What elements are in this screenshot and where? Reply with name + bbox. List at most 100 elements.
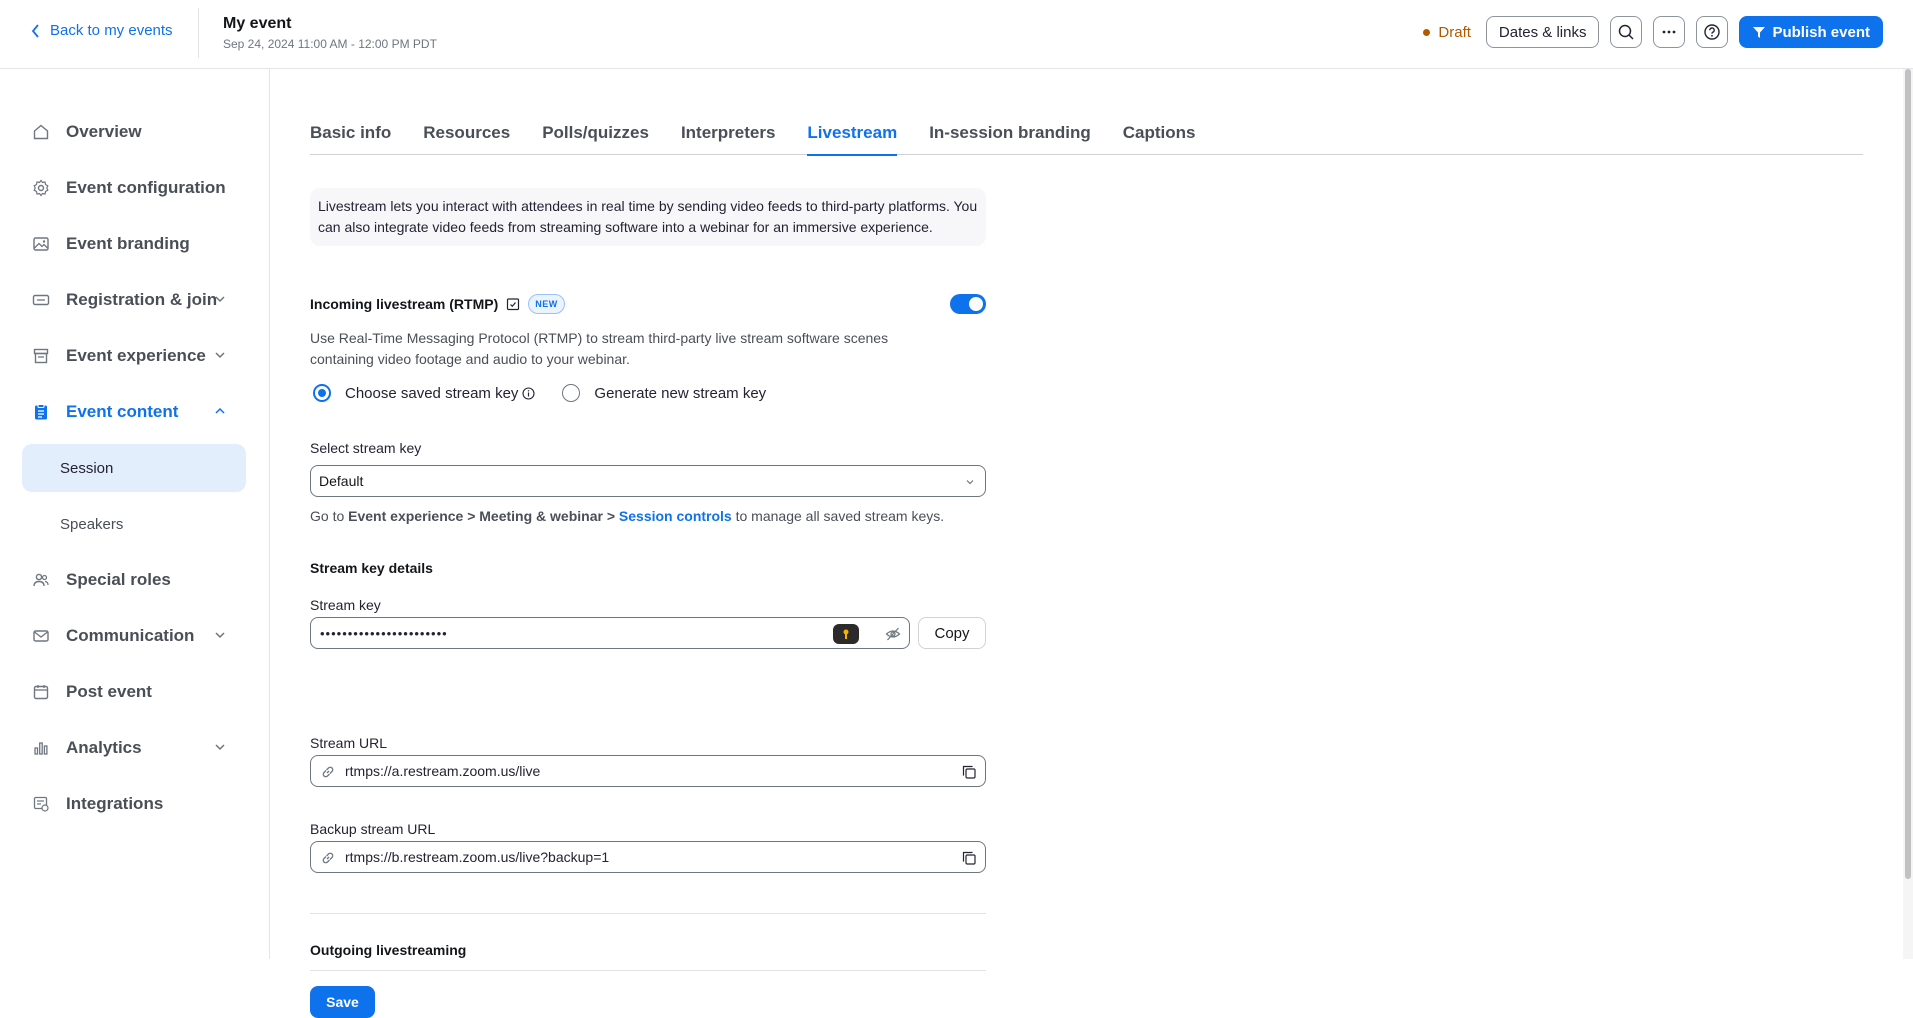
hint-path: Event experience > Meeting & webinar >: [348, 508, 616, 524]
sidebar-item-post-event[interactable]: Post event: [22, 668, 246, 716]
building-icon: [32, 347, 50, 365]
sidebar-subitem-session[interactable]: Session: [22, 444, 246, 492]
copy-stream-key-button[interactable]: Copy: [918, 617, 986, 649]
sidebar-item-analytics[interactable]: Analytics: [22, 724, 246, 772]
link-icon: [322, 852, 334, 864]
copy-icon[interactable]: [961, 850, 977, 866]
stream-key-input[interactable]: •••••••••••••••••••••••: [310, 617, 910, 649]
search-icon: [1619, 24, 1634, 40]
chevron-down-icon: [215, 632, 225, 639]
page-scrollbar[interactable]: [1903, 69, 1913, 959]
chevron-down-icon: [966, 480, 974, 485]
backup-url-input[interactable]: rtmps://b.restream.zoom.us/live?backup=1: [310, 841, 986, 873]
tab-livestream[interactable]: Livestream: [807, 103, 897, 156]
incoming-livestream-title: Incoming livestream (RTMP): [310, 296, 499, 312]
calendar-icon: [32, 683, 50, 701]
incoming-livestream-description: Use Real-Time Messaging Protocol (RTMP) …: [310, 330, 889, 367]
stream-key-hint: Go to Event experience > Meeting & webin…: [310, 508, 944, 524]
sidebar-item-label: Integrations: [66, 794, 164, 813]
search-button[interactable]: [1610, 16, 1643, 48]
dates-links-button[interactable]: Dates & links: [1485, 16, 1600, 48]
session-controls-link[interactable]: Session controls: [619, 508, 732, 524]
top-actions: Draft Dates & links Publish event: [1423, 16, 1883, 48]
tab-polls-quizzes[interactable]: Polls/quizzes: [542, 103, 649, 155]
choose-saved-key-radio[interactable]: [313, 384, 331, 402]
sidebar-item-overview[interactable]: Overview: [22, 108, 246, 156]
stream-key-value: •••••••••••••••••••••••: [320, 625, 448, 641]
back-link-label: Back to my events: [50, 22, 173, 39]
image-icon: [32, 235, 50, 253]
status-badge: Draft: [1423, 24, 1471, 41]
stream-url-label: Stream URL: [310, 735, 388, 751]
sidebar-item-integrations[interactable]: Integrations: [22, 780, 246, 828]
calendar-check-icon: [506, 297, 520, 311]
tab-basic-info[interactable]: Basic info: [310, 103, 391, 155]
event-title: My event: [223, 15, 292, 32]
session-tabs: Basic info Resources Polls/quizzes Inter…: [310, 103, 1863, 156]
back-to-events-link[interactable]: Back to my events: [30, 22, 173, 39]
sidebar-item-communication[interactable]: Communication: [22, 612, 246, 660]
integrations-icon: [32, 795, 50, 813]
sidebar-subitem-label: Speakers: [60, 515, 124, 533]
sidebar-item-event-configuration[interactable]: Event configuration: [22, 164, 246, 212]
bar-chart-icon: [32, 739, 50, 757]
sidebar-item-event-content[interactable]: Event content: [22, 388, 246, 436]
tab-resources[interactable]: Resources: [423, 103, 510, 155]
sidebar-item-label: Special roles: [66, 570, 171, 589]
top-bar: Back to my events My event Sep 24, 2024 …: [0, 0, 1913, 69]
sidebar: Overview Event configuration Event brand…: [0, 69, 270, 959]
chevron-down-icon: [215, 744, 225, 751]
hint-suffix: to manage all saved stream keys.: [735, 508, 945, 524]
sidebar-item-event-branding[interactable]: Event branding: [22, 220, 246, 268]
sidebar-subitem-label: Session: [60, 459, 114, 477]
sidebar-item-event-experience[interactable]: Event experience: [22, 332, 246, 380]
tab-captions[interactable]: Captions: [1123, 103, 1196, 155]
choose-saved-key-label: Choose saved stream key: [345, 384, 519, 402]
sidebar-item-label: Event content: [66, 402, 179, 421]
sidebar-item-label: Event branding: [66, 234, 190, 253]
sidebar-item-registration-join[interactable]: Registration & join: [22, 276, 246, 324]
mail-icon: [32, 627, 50, 645]
backup-url-value: rtmps://b.restream.zoom.us/live?backup=1: [345, 849, 610, 865]
people-icon: [32, 571, 50, 589]
status-dot-icon: [1423, 28, 1431, 36]
sidebar-item-label: Post event: [66, 682, 152, 701]
sidebar-item-special-roles[interactable]: Special roles: [22, 556, 246, 604]
chevron-down-icon: [215, 296, 225, 303]
sidebar-item-label: Event experience: [66, 346, 206, 365]
section-divider: [310, 970, 986, 971]
publish-label: Publish event: [1772, 23, 1870, 41]
gear-icon: [32, 179, 50, 197]
divider: [198, 8, 199, 58]
stream-key-label: Stream key: [310, 597, 381, 613]
save-button[interactable]: Save: [310, 986, 375, 1018]
stream-key-select[interactable]: Default: [310, 465, 986, 497]
stream-key-options: Choose saved stream key Generate new str…: [313, 384, 766, 402]
tab-interpreters[interactable]: Interpreters: [681, 103, 775, 155]
livestream-intro: Livestream lets you interact with attend…: [310, 188, 986, 246]
password-manager-icon[interactable]: [833, 624, 859, 644]
sidebar-subitem-speakers[interactable]: Speakers: [22, 500, 246, 548]
main-content: Basic info Resources Polls/quizzes Inter…: [271, 69, 1893, 1018]
scrollbar-thumb[interactable]: [1905, 69, 1911, 879]
outgoing-livestreaming-title: Outgoing livestreaming: [310, 942, 467, 958]
help-button[interactable]: [1696, 16, 1729, 48]
section-divider: [310, 913, 986, 914]
tab-in-session-branding[interactable]: In-session branding: [929, 103, 1091, 155]
sidebar-item-label: Communication: [66, 626, 195, 645]
publish-icon: [1753, 27, 1766, 38]
backup-url-label: Backup stream URL: [310, 821, 436, 837]
generate-new-key-radio[interactable]: [562, 384, 581, 402]
chevron-down-icon: [215, 352, 225, 359]
stream-url-input[interactable]: rtmps://a.restream.zoom.us/live: [310, 755, 986, 787]
help-icon: [1704, 24, 1721, 40]
more-options-button[interactable]: [1653, 16, 1686, 48]
info-icon[interactable]: [522, 386, 535, 400]
incoming-livestream-header: Incoming livestream (RTMP) NEW: [310, 292, 986, 316]
incoming-livestream-toggle[interactable]: [950, 294, 986, 314]
livestream-panel: Livestream lets you interact with attend…: [310, 188, 986, 1018]
generate-new-key-label: Generate new stream key: [594, 384, 767, 402]
publish-event-button[interactable]: Publish event: [1739, 16, 1883, 48]
copy-icon[interactable]: [961, 764, 977, 780]
hide-eye-icon[interactable]: [885, 626, 901, 642]
